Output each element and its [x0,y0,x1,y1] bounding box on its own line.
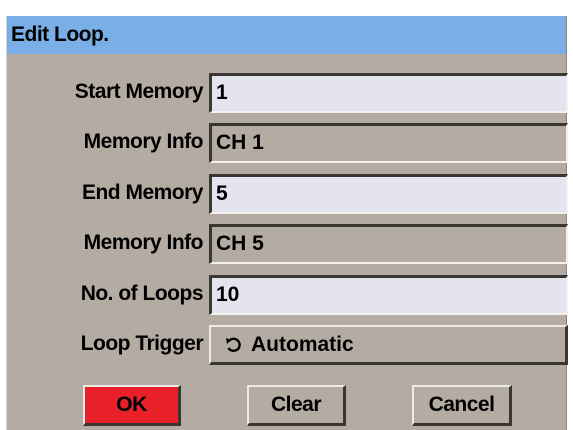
loop-trigger-button[interactable]: Automatic [209,325,568,365]
memory-info-start-row: Memory Info CH 1 [7,120,568,164]
clear-button[interactable]: Clear [247,385,346,426]
memory-info-end-row: Memory Info CH 5 [7,221,568,265]
start-memory-field[interactable]: 1 [209,73,568,113]
end-memory-field[interactable]: 5 [209,174,568,214]
end-memory-row: End Memory 5 [7,171,568,215]
memory-info-start-field: CH 1 [209,123,568,163]
start-memory-row: Start Memory 1 [7,70,568,114]
loop-trigger-label: Loop Trigger [80,332,204,355]
loops-count-field[interactable]: 10 [209,275,568,315]
loops-count-label: No. of Loops [80,282,204,305]
loop-trigger-row: Loop Trigger Automatic [7,322,568,366]
loop-trigger-value: Automatic [251,332,354,356]
memory-info-start-label: Memory Info [83,130,204,153]
memory-info-end-label: Memory Info [83,231,204,254]
loops-count-row: No. of Loops 10 [7,272,568,316]
end-memory-label: End Memory [81,181,204,204]
memory-info-end-field: CH 5 [209,224,568,264]
start-memory-label: Start Memory [74,80,204,103]
cycle-arrow-icon [226,337,241,352]
edit-loop-dialog: Edit Loop. Start Memory 1 Memory Info CH… [6,16,568,430]
ok-button[interactable]: OK [83,385,181,426]
cancel-button[interactable]: Cancel [412,385,512,426]
dialog-titlebar: Edit Loop. [7,16,566,54]
dialog-title: Edit Loop. [11,23,109,46]
